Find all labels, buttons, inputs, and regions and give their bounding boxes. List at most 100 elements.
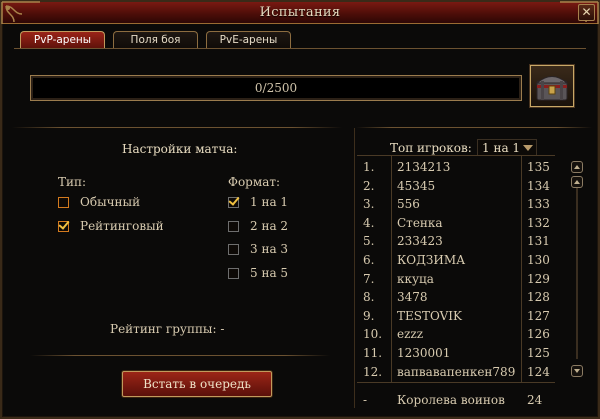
- scroll-up-button[interactable]: [571, 161, 583, 173]
- checkbox[interactable]: [228, 220, 239, 232]
- format-option-1v1[interactable]: 1 на 1: [228, 195, 288, 209]
- rank-cell: 11.: [363, 346, 383, 360]
- type-option-normal[interactable]: Обычный: [58, 195, 140, 209]
- own-rank: -: [363, 393, 368, 407]
- scroll-track[interactable]: [576, 181, 578, 359]
- name-cell: TESTOVIK: [397, 308, 462, 323]
- top-players-table: 1. 2134213 135 2. 45345 134 3. 556 133 4. Стенка 13…: [357, 155, 555, 383]
- treasure-chest-icon: [535, 76, 569, 101]
- rank-cell: 5.: [363, 234, 375, 249]
- option-label: 1 на 1: [250, 195, 289, 209]
- rank-cell: 2.: [363, 178, 375, 193]
- rank-cell: 4.: [363, 215, 375, 230]
- name-cell: вапвавапенкен789: [397, 364, 516, 379]
- name-cell: ezzz: [397, 327, 424, 342]
- name-cell: КОДЗИМА: [397, 253, 466, 267]
- tab-bar: PvP-арены Поля боя PvE-арены: [20, 31, 291, 49]
- score-cell: 128: [527, 290, 550, 305]
- challenges-window: Испытания ✕ PvP-арены Поля боя PvE-арены…: [0, 0, 600, 419]
- name-cell: 1230001: [397, 346, 451, 360]
- divider: [12, 127, 342, 128]
- divider: [356, 127, 592, 128]
- own-name: Королева воинов: [397, 393, 505, 407]
- score-cell: 124: [527, 364, 550, 379]
- score-cell: 125: [527, 346, 550, 360]
- score-cell: 132: [527, 215, 550, 230]
- table-row[interactable]: 1. 2134213 135: [357, 158, 555, 176]
- tabs-divider: [14, 48, 586, 49]
- option-label: 3 на 3: [250, 242, 289, 256]
- table-row[interactable]: 3. 556 133: [357, 195, 555, 213]
- type-label: Тип:: [58, 175, 87, 189]
- own-score: 24: [527, 393, 543, 407]
- table-row[interactable]: 6. КОДЗИМА 130: [357, 251, 555, 269]
- option-label: 5 на 5: [250, 266, 289, 280]
- close-button[interactable]: ✕: [578, 4, 595, 21]
- format-option-3v3[interactable]: 3 на 3: [228, 242, 288, 256]
- name-cell: 45345: [397, 178, 436, 193]
- table-row[interactable]: 8. 3478 128: [357, 288, 555, 306]
- scroll-top-button[interactable]: [571, 176, 583, 188]
- corner-ornament-icon: [1, 1, 40, 24]
- option-label: 2 на 2: [250, 219, 289, 233]
- table-row[interactable]: 10. ezzz 126: [357, 325, 555, 343]
- table-row[interactable]: 12. вапвавапенкен789 124: [357, 363, 555, 381]
- checkbox[interactable]: [228, 243, 239, 255]
- tab-battlegrounds[interactable]: Поля боя: [113, 31, 198, 49]
- select-value: 1 на 1: [482, 141, 521, 155]
- top-format-select[interactable]: 1 на 1: [477, 139, 537, 156]
- format-label: Формат:: [228, 175, 281, 189]
- checkbox[interactable]: [58, 220, 69, 232]
- progress-text: 0/2500: [254, 81, 298, 95]
- name-cell: 233423: [397, 234, 443, 249]
- name-cell: 3478: [397, 290, 428, 305]
- score-cell: 129: [527, 271, 550, 286]
- reward-chest-button[interactable]: [530, 65, 574, 107]
- score-cell: 135: [527, 160, 550, 174]
- score-cell: 127: [527, 308, 550, 323]
- chevron-down-icon: [523, 145, 533, 151]
- group-rating: Рейтинг группы: -: [110, 322, 225, 336]
- window-title: Испытания: [259, 5, 341, 20]
- rank-cell: 7.: [363, 271, 375, 286]
- score-cell: 131: [527, 234, 550, 249]
- format-option-2v2[interactable]: 2 на 2: [228, 219, 288, 233]
- checkbox[interactable]: [228, 196, 239, 208]
- option-label: Рейтинговый: [80, 219, 164, 233]
- name-cell: 2134213: [397, 160, 451, 174]
- option-label: Обычный: [80, 195, 141, 209]
- table-row[interactable]: 4. Стенка 132: [357, 214, 555, 232]
- rank-cell: 10.: [363, 327, 383, 342]
- table-row[interactable]: 11. 1230001 125: [357, 344, 555, 362]
- name-cell: 556: [397, 197, 420, 212]
- rank-cell: 12.: [363, 364, 383, 379]
- title-bar[interactable]: Испытания ✕: [1, 1, 599, 24]
- rank-cell: 1.: [363, 160, 375, 174]
- name-cell: ккуца: [397, 271, 434, 286]
- scrollbar[interactable]: [570, 159, 584, 381]
- scroll-down-button[interactable]: [571, 365, 583, 377]
- table-row[interactable]: 2. 45345 134: [357, 177, 555, 195]
- checkbox[interactable]: [58, 196, 69, 208]
- score-cell: 134: [527, 178, 550, 193]
- panel-divider: [354, 128, 355, 408]
- name-cell: Стенка: [397, 215, 443, 230]
- close-icon: ✕: [581, 5, 592, 19]
- rank-cell: 9.: [363, 308, 375, 323]
- table-row[interactable]: 7. ккуца 129: [357, 270, 555, 288]
- table-row[interactable]: 9. TESTOVIK 127: [357, 307, 555, 325]
- score-cell: 133: [527, 197, 550, 212]
- score-cell: 130: [527, 253, 550, 267]
- tab-pve-arenas[interactable]: PvE-арены: [206, 31, 291, 49]
- join-queue-button[interactable]: Встать в очередь: [122, 371, 272, 397]
- divider: [30, 355, 330, 356]
- score-cell: 126: [527, 327, 550, 342]
- checkbox[interactable]: [228, 267, 239, 279]
- format-option-5v5[interactable]: 5 на 5: [228, 266, 288, 280]
- match-settings-title: Настройки матча:: [122, 142, 238, 156]
- tab-pvp-arenas[interactable]: PvP-арены: [20, 31, 105, 49]
- top-players-label: Топ игроков:: [390, 141, 472, 155]
- type-option-rated[interactable]: Рейтинговый: [58, 219, 164, 233]
- rank-cell: 3.: [363, 197, 375, 212]
- table-row[interactable]: 5. 233423 131: [357, 232, 555, 250]
